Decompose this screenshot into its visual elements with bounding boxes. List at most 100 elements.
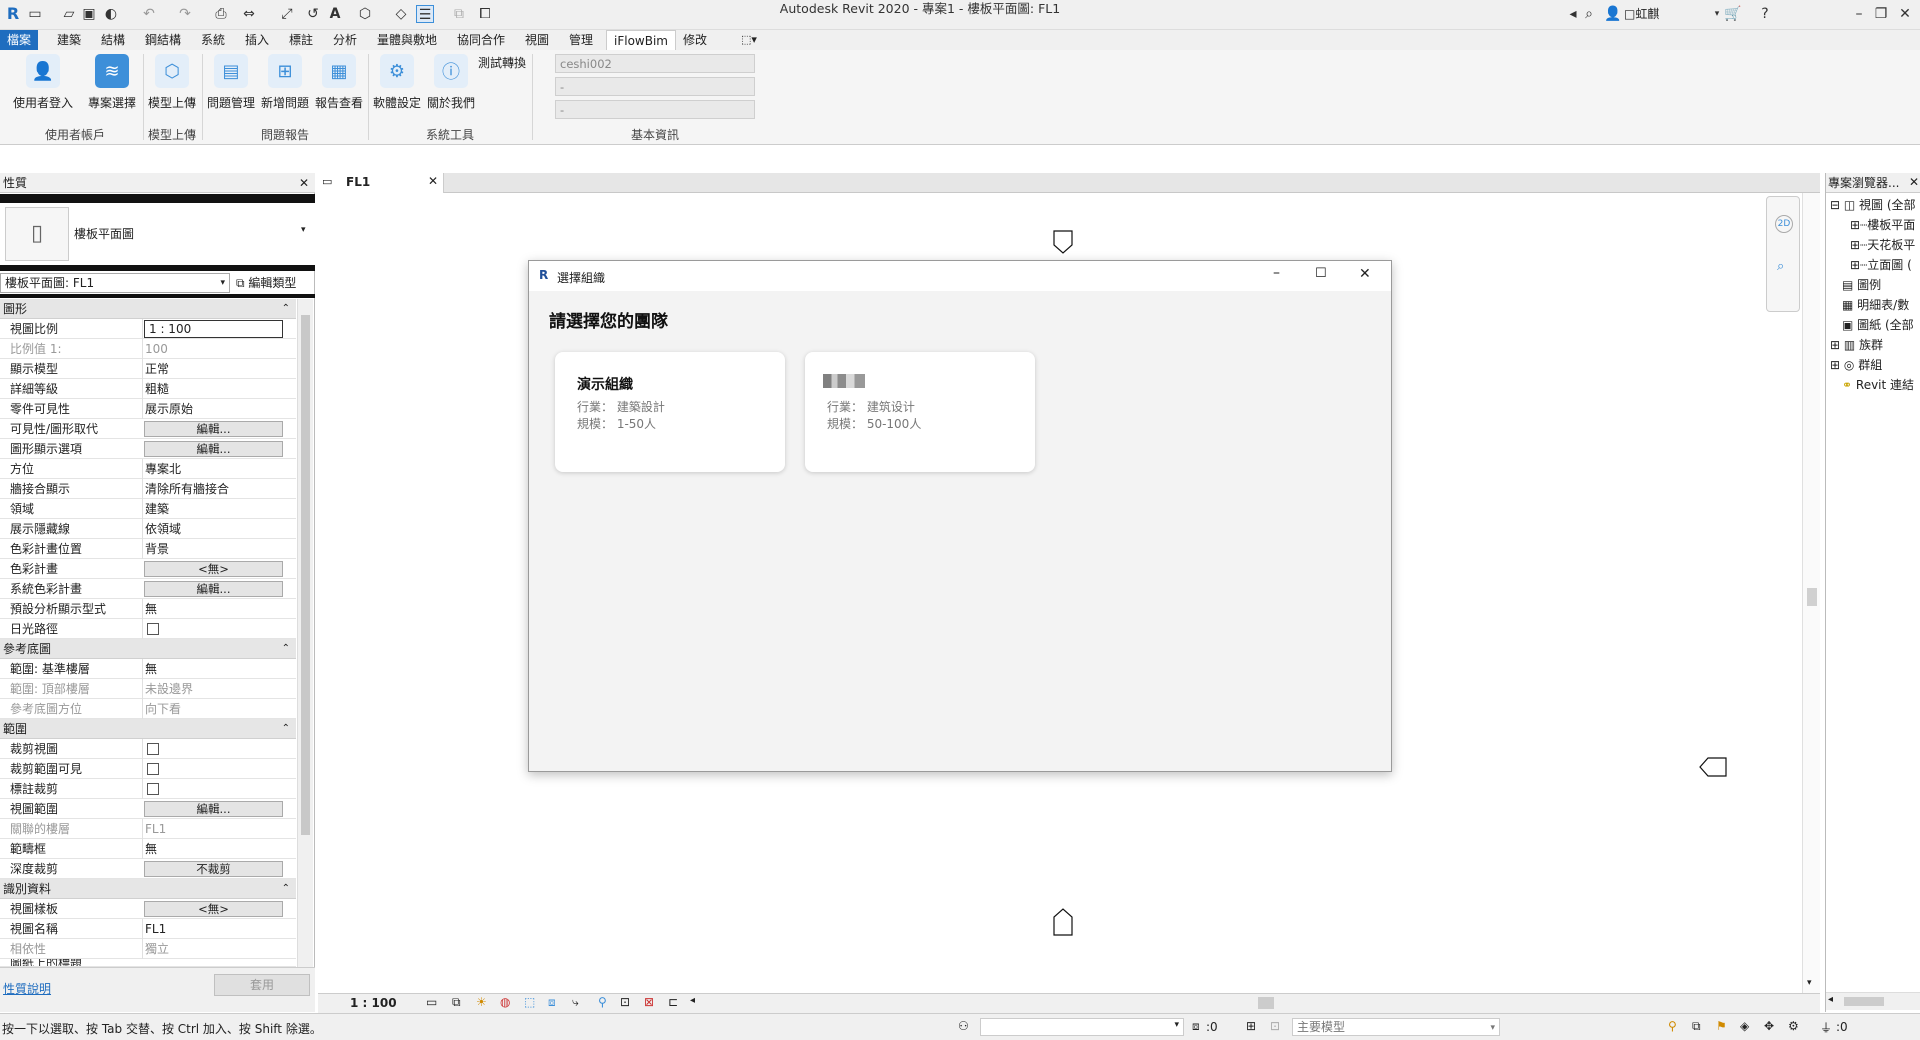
prop-row[interactable]: 範圍: 基準樓層 無 — [0, 659, 296, 679]
edit-button[interactable]: 編輯... — [144, 801, 283, 817]
select-pinned-icon[interactable]: ⚑ — [1716, 1019, 1727, 1033]
tab-steel[interactable]: 鋼結構 — [138, 30, 188, 50]
select-underlay-icon[interactable]: ⧉ — [1692, 1019, 1701, 1034]
help-icon[interactable]: ? — [1756, 5, 1774, 23]
tab-massing[interactable]: 量體與敷地 — [370, 30, 444, 50]
properties-scrollbar[interactable] — [297, 299, 313, 967]
section-graphics[interactable]: 圖形 ⌃ — [0, 299, 296, 319]
minimize-icon[interactable]: – — [1273, 265, 1280, 281]
exclude-options-icon[interactable]: ⊡ — [1270, 1019, 1280, 1033]
select-links-icon[interactable]: ⚲ — [1668, 1019, 1677, 1033]
canvas-vertical-scrollbar[interactable]: ▾ — [1802, 193, 1820, 993]
prop-value[interactable]: 粗糙 — [145, 379, 295, 399]
horizontal-scroll-thumb[interactable] — [1258, 997, 1274, 1009]
tab-manage[interactable]: 管理 — [562, 30, 600, 50]
tree-node-legends[interactable]: ▤ 圖例 — [1842, 276, 1881, 293]
issue-manage-button[interactable]: ▤ 問題管理 — [204, 54, 258, 111]
chevron-down-icon[interactable]: ▾ — [1807, 978, 1812, 988]
steering-wheel-icon[interactable]: 2D — [1775, 215, 1793, 233]
minimize-icon[interactable]: – — [1850, 5, 1868, 23]
tab-view[interactable]: 視圖 — [518, 30, 556, 50]
section-underlay[interactable]: 參考底圖 ⌃ — [0, 639, 296, 659]
type-selector[interactable]: ▯ 樓板平面圖 ▾ — [0, 203, 315, 265]
user-name[interactable]: □虹麒 — [1624, 5, 1659, 22]
prop-row[interactable]: 方位 專案北 — [0, 459, 296, 479]
maximize-icon[interactable]: ☐ — [1315, 266, 1327, 281]
background-process-icon[interactable]: ⚙ — [1788, 1019, 1799, 1033]
properties-help-link[interactable]: 性質說明 — [3, 980, 51, 997]
tab-systems[interactable]: 系統 — [194, 30, 232, 50]
binoculars-icon[interactable]: ⌕ — [1580, 5, 1598, 23]
model-upload-button[interactable]: ⬡ 模型上傳 — [144, 54, 200, 111]
tab-collaborate[interactable]: 協同合作 — [450, 30, 512, 50]
section-identity[interactable]: 識別資料 ⌃ — [0, 879, 296, 899]
prop-value[interactable]: 無 — [145, 659, 295, 679]
visual-style-icon[interactable]: ⧉ — [452, 995, 461, 1010]
prop-row[interactable]: 預設分析顯示型式 無 — [0, 599, 296, 619]
prop-value[interactable]: 清除所有牆接合 — [145, 479, 295, 499]
tree-node-sheets[interactable]: ▣ 圖紙 (全部 — [1842, 316, 1914, 333]
constraints-icon[interactable]: ⊏ — [668, 995, 678, 1009]
tab-insert[interactable]: 插入 — [238, 30, 276, 50]
prop-row[interactable]: 詳細等級 粗糙 — [0, 379, 296, 399]
workset-select[interactable]: ▾ — [980, 1018, 1184, 1036]
tree-node-ceiling-plans[interactable]: ⊞┈天花板平 — [1850, 236, 1915, 253]
tree-node-elevations[interactable]: ⊞┈立面圖 ( — [1850, 256, 1912, 273]
sun-path-icon[interactable]: ☀ — [476, 995, 487, 1009]
shadows-icon[interactable]: ◍ — [500, 995, 510, 1009]
filter-icon[interactable]: ⏚ — [1820, 1019, 1832, 1036]
design-option-select[interactable]: 主要模型 ▾ — [1292, 1018, 1500, 1036]
chevron-left-icon[interactable]: ◂ — [1828, 994, 1833, 1005]
close-icon[interactable]: ✕ — [299, 173, 309, 193]
tab-iflowbim[interactable]: iFlowBim — [606, 30, 676, 50]
prop-row[interactable]: 領域 建築 — [0, 499, 296, 519]
prop-value[interactable]: 專案北 — [145, 459, 295, 479]
prop-value[interactable]: 無 — [145, 839, 295, 859]
report-view-button[interactable]: ▦ 報告查看 — [312, 54, 366, 111]
temp-hide-icon[interactable]: ⚲ — [598, 995, 607, 1009]
tab-file[interactable]: 檔案 — [0, 30, 39, 50]
prop-input[interactable]: 1 : 100 — [144, 320, 283, 338]
prop-row[interactable]: 牆接合顯示 清除所有牆接合 — [0, 479, 296, 499]
prop-value[interactable]: 依領域 — [145, 519, 295, 539]
edit-button[interactable]: 編輯... — [144, 581, 283, 597]
color-scheme-button[interactable]: <無> — [144, 561, 283, 577]
prop-row[interactable]: 顯示模型 正常 — [0, 359, 296, 379]
prop-row[interactable]: 視圖比例 1 : 100 — [0, 319, 296, 339]
ribbon-options-icon[interactable]: ⬚▾ — [734, 30, 764, 50]
tab-fl1[interactable]: ▭ FL1 ✕ — [318, 173, 444, 193]
close-icon[interactable]: ✕ — [428, 174, 438, 188]
depth-clip-button[interactable]: 不裁剪 — [144, 861, 283, 877]
new-issue-button[interactable]: ⊞ 新增問題 — [258, 54, 312, 111]
editable-only-icon[interactable]: ⧈ — [1192, 1019, 1200, 1034]
scrollbar-thumb[interactable] — [301, 315, 310, 835]
crop-view-icon[interactable]: ⬚ — [524, 995, 535, 1009]
prop-row[interactable]: 展示隱藏線 依領域 — [0, 519, 296, 539]
tree-node-families[interactable]: ⊞ ▥ 族群 — [1830, 336, 1883, 353]
close-icon[interactable]: ✕ — [1909, 175, 1919, 189]
zoom-icon[interactable]: ⌕ — [1777, 259, 1784, 274]
close-icon[interactable]: ✕ — [1896, 5, 1914, 23]
edit-button[interactable]: 編輯... — [144, 421, 283, 437]
instance-select[interactable]: 樓板平面圖: FL1 ▾ — [0, 273, 230, 293]
browser-hscrollbar[interactable]: ◂ — [1826, 992, 1920, 1010]
prop-row[interactable]: 視圖名稱 FL1 — [0, 919, 296, 939]
tree-node-floor-plans[interactable]: ⊞┈樓板平面 — [1850, 216, 1915, 233]
prop-row[interactable]: 零件可見性 展示原始 — [0, 399, 296, 419]
scrollbar-thumb[interactable] — [1807, 588, 1817, 606]
chevron-left-icon[interactable]: ◂ — [690, 995, 695, 1006]
prop-value[interactable]: 展示原始 — [145, 399, 295, 419]
scale-button[interactable]: 1 : 100 — [350, 996, 397, 1010]
project-select-button[interactable]: ≋ 專案選擇 — [82, 54, 142, 111]
tree-node-schedules[interactable]: ▦ 明細表/數 — [1842, 296, 1909, 313]
scrollbar-thumb[interactable] — [1844, 997, 1884, 1006]
tab-analyze[interactable]: 分析 — [326, 30, 364, 50]
design-options-icon[interactable]: ⊞ — [1246, 1019, 1256, 1033]
view-template-button[interactable]: <無> — [144, 901, 283, 917]
drag-elements-icon[interactable]: ✥ — [1764, 1019, 1774, 1033]
section-extents[interactable]: 範圍 ⌃ — [0, 719, 296, 739]
cart-icon[interactable]: 🛒 — [1724, 5, 1742, 23]
crop-visible-checkbox[interactable] — [147, 763, 159, 775]
sun-path-checkbox[interactable] — [147, 623, 159, 635]
detail-level-icon[interactable]: ▭ — [426, 995, 437, 1009]
